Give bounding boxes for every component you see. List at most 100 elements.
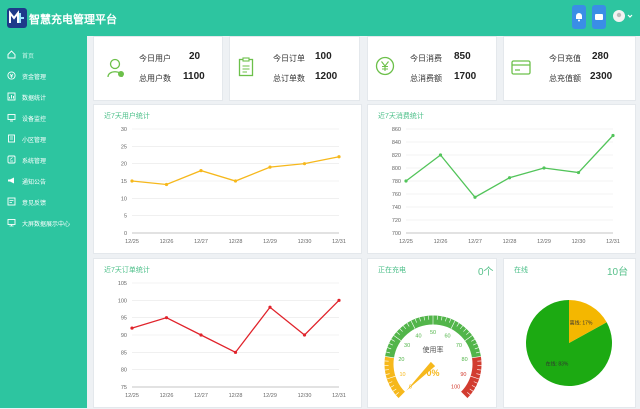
sidebar-item-community[interactable]: 小区管理 [0,130,87,148]
x-tick-label: 12/27 [194,393,208,399]
x-tick-label: 12/27 [468,239,482,245]
gauge-tick-label: 100 [451,385,460,391]
y-tick-label: 0 [124,231,127,237]
sidebar-item-label: 意见反馈 [22,198,46,207]
online-panel: 在线 10台 在线: 83%离线: 17% [503,258,636,408]
sidebar: 首页 资金管理 数据统计 设备监控 小区管理 系统管理 通知公告 意见反馈 大屏… [0,36,87,408]
sidebar-item-label: 通知公告 [22,177,46,186]
y-tick-label: 90 [121,333,127,339]
x-tick-label: 12/28 [503,239,517,245]
x-tick-label: 12/31 [606,239,620,245]
money-icon [7,71,16,80]
users-line-chart: 05101520253012/2512/2612/2712/2812/2912/… [94,105,363,255]
data-point [611,134,614,137]
stat-label: 今日消费 [410,53,442,64]
y-tick-label: 15 [121,179,127,185]
sidebar-item-system[interactable]: 系统管理 [0,151,87,169]
gauge-tick-label: 70 [456,343,462,349]
y-tick-label: 105 [118,281,127,287]
y-tick-label: 860 [392,127,401,133]
data-point [337,299,340,302]
stat-value: 850 [454,51,471,62]
sidebar-item-label: 系统管理 [22,156,46,165]
x-tick-label: 12/29 [263,393,277,399]
sidebar-item-feedback[interactable]: 意见反馈 [0,193,87,211]
y-tick-label: 800 [392,166,401,172]
data-point [268,306,271,309]
user-icon [107,58,125,78]
pie-label: 在线: 83% [546,360,569,367]
clipboard-icon [238,57,254,77]
stat-label: 今日订单 [273,53,305,64]
consumption-chart-panel: 近7天消费统计 70072074076078080082084086012/25… [367,104,636,254]
gauge-tick-label: 20 [398,357,404,363]
sidebar-item-home[interactable]: 首页 [0,46,87,64]
y-tick-label: 20 [121,162,127,168]
x-tick-label: 12/31 [332,393,346,399]
data-point [542,166,545,169]
data-point [439,153,442,156]
consumption-line-chart: 70072074076078080082084086012/2512/2612/… [368,105,637,255]
home-icon [7,50,16,59]
sidebar-item-notices[interactable]: 通知公告 [0,172,87,190]
gauge-label: 使用率 [423,345,444,354]
data-point [508,176,511,179]
data-point [130,179,133,182]
x-tick-label: 12/28 [229,393,243,399]
stat-card-recharge: 今日充值 280 总充值额 2300 [503,36,636,101]
message-button[interactable] [592,5,606,29]
data-point [404,179,407,182]
x-tick-label: 12/25 [125,393,139,399]
sidebar-item-label: 首页 [22,51,34,60]
building-icon [7,134,16,143]
chart-icon [7,92,16,101]
data-point [268,166,271,169]
online-pie-chart: 在线: 83%离线: 17% [504,259,637,409]
main-content: 今日用户 20 总用户数 1100 今日订单 100 总订单数 1200 今日消… [87,36,640,408]
stat-label: 总用户数 [139,73,171,84]
sidebar-item-label: 设备监控 [22,114,46,123]
gauge-tick-label: 90 [460,372,466,378]
x-tick-label: 12/26 [434,239,448,245]
data-point [234,351,237,354]
data-point [130,326,133,329]
x-tick-label: 12/26 [160,393,174,399]
sidebar-item-label: 大屏数据展示中心 [22,219,70,228]
stat-value: 20 [189,51,200,62]
data-point [473,196,476,199]
yuan-icon [375,56,395,76]
notification-button[interactable] [572,5,586,29]
stat-value: 280 [592,51,609,62]
x-tick-label: 12/31 [332,239,346,245]
stat-label: 今日用户 [139,53,171,64]
gauge-tick-label: 40 [415,333,421,339]
settings-icon [7,155,16,164]
y-tick-label: 5 [124,214,127,220]
stat-card-users: 今日用户 20 总用户数 1100 [93,36,223,101]
data-point [337,155,340,158]
y-tick-label: 780 [392,179,401,185]
stat-value: 1200 [315,71,337,82]
series-line [406,136,613,198]
user-menu[interactable] [610,6,634,26]
megaphone-icon [7,176,16,185]
avatar [610,6,634,26]
data-point [199,169,202,172]
usage-gauge: 0102030405060708090100使用率0% [368,259,498,409]
sidebar-item-monitor[interactable]: 设备监控 [0,109,87,127]
gauge-tick-label: 80 [462,357,468,363]
stat-label: 总消费额 [410,73,442,84]
sidebar-item-label: 小区管理 [22,135,46,144]
screen-icon [7,218,16,227]
sidebar-item-big-screen[interactable]: 大屏数据展示中心 [0,214,87,232]
x-tick-label: 12/29 [537,239,551,245]
sidebar-item-statistics[interactable]: 数据统计 [0,88,87,106]
y-tick-label: 25 [121,144,127,150]
y-tick-label: 840 [392,140,401,146]
data-point [303,333,306,336]
chevron-down-icon [628,15,632,17]
sidebar-item-funds[interactable]: 资金管理 [0,67,87,85]
x-tick-label: 12/30 [572,239,586,245]
card-icon [511,60,531,76]
x-tick-label: 12/29 [263,239,277,245]
